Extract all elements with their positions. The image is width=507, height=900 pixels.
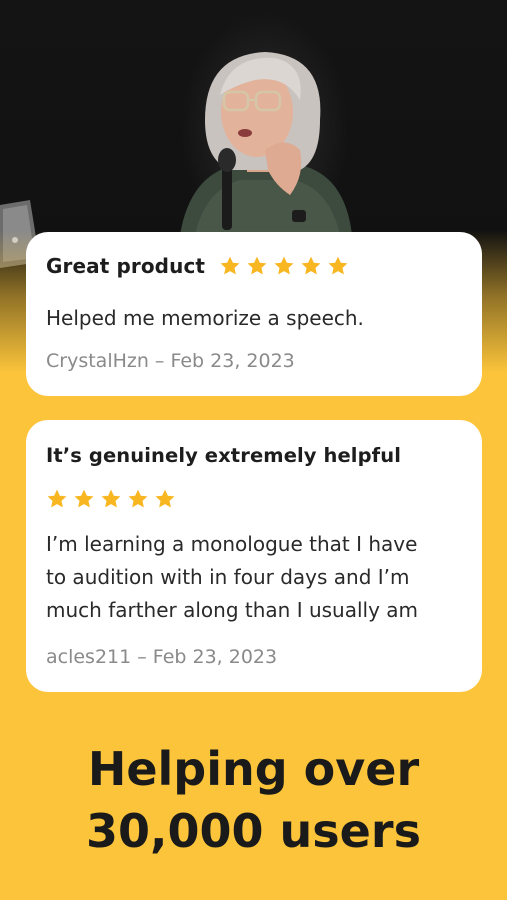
headline-line-1: Helping over	[87, 742, 420, 796]
review-author-date: CrystalHzn – Feb 23, 2023	[46, 350, 295, 372]
star-icon	[155, 489, 175, 508]
star-icon	[128, 489, 148, 508]
review-card: It’s genuinely extremely helpful I’m lea…	[26, 420, 482, 692]
review-body-line: to audition with in four days and I’m	[46, 565, 410, 589]
app-store-screenshot: Great product Helped me memorize a speec…	[0, 0, 507, 900]
star-icon	[101, 489, 121, 508]
review-title: Great product	[46, 254, 206, 278]
star-icon	[220, 256, 240, 275]
star-icon	[47, 489, 67, 508]
review-author-date: acles211 – Feb 23, 2023	[46, 646, 278, 668]
review-body-line: much farther along than I usually am	[46, 598, 419, 622]
star-icon	[301, 256, 321, 275]
review-header: Great product	[46, 254, 349, 278]
headline-line-2: 30,000 users	[86, 804, 421, 858]
review-body: Helped me memorize a speech.	[46, 306, 364, 330]
review-body-line: I’m learning a monologue that I have	[46, 532, 418, 556]
star-icon	[247, 256, 267, 275]
star-icon	[328, 256, 348, 275]
star-icon	[74, 489, 94, 508]
review-card: Great product Helped me memorize a speec…	[26, 232, 482, 396]
review-title: It’s genuinely extremely helpful	[46, 444, 401, 467]
review-body: I’m learning a monologue that I have to …	[46, 528, 418, 627]
headline: Helping over 30,000 users	[0, 738, 507, 862]
star-icon	[274, 256, 294, 275]
star-rating	[219, 255, 349, 277]
star-rating	[46, 488, 176, 510]
